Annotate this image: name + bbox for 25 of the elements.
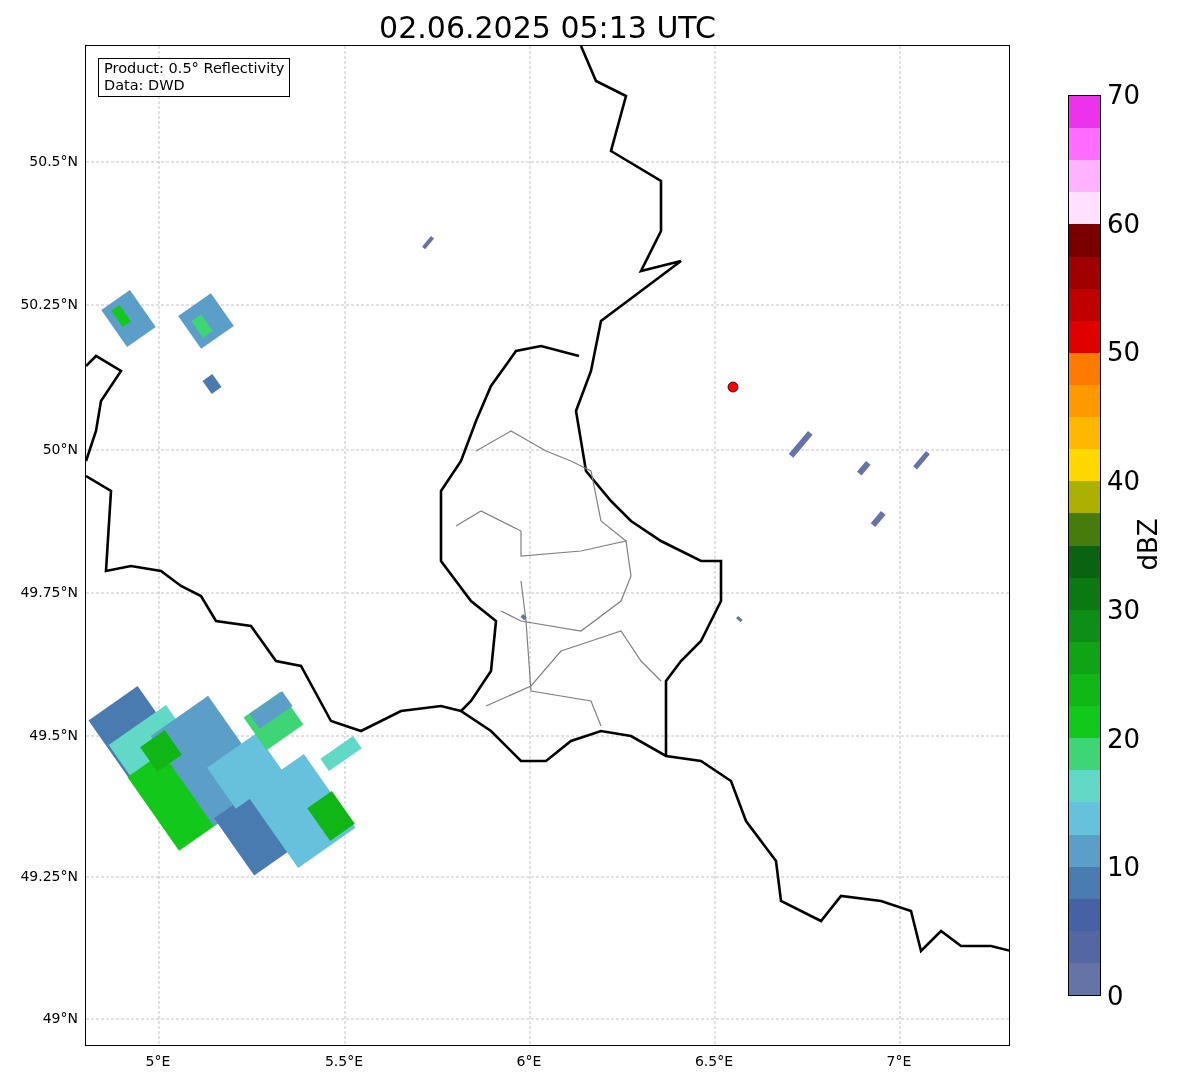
latitude-label: 50.25°N [20,294,78,314]
colorbar-tick-label: 70 [1107,82,1141,108]
latitude-label: 50.5°N [29,151,78,171]
chart-title: 02.06.2025 05:13 UTC [378,9,717,45]
latitude-label: 50°N [42,439,78,459]
latitude-label: 49.75°N [20,582,78,602]
latitude-label: 49.25°N [20,866,78,886]
longitude-label: 6.5°E [694,1052,734,1071]
colorbar-tick-label: 50 [1107,339,1141,366]
latitude-label: 49.5°N [29,725,78,745]
colorbar-tick-label: 0 [1107,983,1124,1009]
colorbar-tick-label: 10 [1107,854,1141,881]
longitude-label: 6°E [516,1052,542,1071]
colorbar-tick-label: 40 [1107,468,1141,495]
colorbar-title: dBZ [1131,518,1164,571]
annotation-text: Product: 0.5° Reflectivity [104,60,285,78]
colorbar-tick-label: 60 [1107,210,1141,237]
colorbar-tick-label: 30 [1107,596,1141,623]
radar-site-marker [727,381,739,393]
latitude-label: 49°N [42,1008,78,1028]
longitude-label: 5.5°E [324,1052,364,1071]
longitude-label: 7°E [886,1052,912,1071]
annotation-text: Data: DWD [104,77,186,95]
colorbar-tick-label: 20 [1107,725,1141,752]
longitude-label: 5°E [145,1052,171,1071]
